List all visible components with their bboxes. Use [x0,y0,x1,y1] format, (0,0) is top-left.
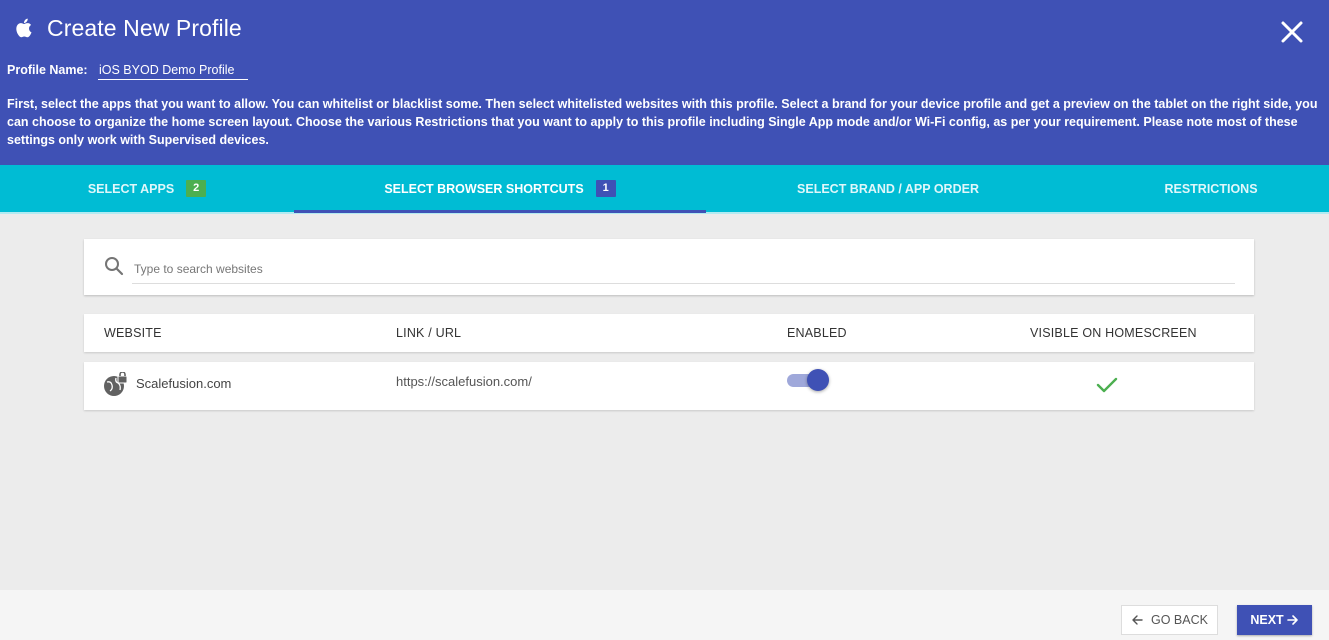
footer: GO BACK NEXT [0,590,1329,640]
table-header: WEBSITE LINK / URL ENABLED VISIBLE ON HO… [84,314,1254,352]
header: Create New Profile Profile Name: First, … [0,0,1329,165]
arrow-right-icon [1286,615,1298,625]
description-text: First, select the apps that you want to … [7,97,1318,147]
tab-count-badge: 2 [186,180,207,197]
table-row: Scalefusion.com https://scalefusion.com/ [84,362,1254,410]
search-input[interactable] [132,254,1235,284]
column-header-url: LINK / URL [396,326,462,340]
toggle-knob [807,369,829,391]
tab-restrictions[interactable]: RESTRICTIONS [1070,165,1329,212]
website-url: https://scalefusion.com/ [396,374,532,389]
website-name: Scalefusion.com [136,376,232,391]
enabled-toggle[interactable] [786,368,830,392]
search-icon [105,257,124,276]
column-header-visible-on-homescreen: VISIBLE ON HOMESCREEN [1030,326,1197,340]
profile-name-label: Profile Name: [7,63,88,77]
search-card [84,239,1254,295]
column-header-enabled: ENABLED [787,326,847,340]
go-back-label: GO BACK [1151,613,1208,627]
column-header-website: WEBSITE [104,326,162,340]
next-label: NEXT [1250,613,1284,627]
tab-label: RESTRICTIONS [1164,181,1258,196]
tab-label: SELECT BROWSER SHORTCUTS [384,181,584,196]
page-title: Create New Profile [47,15,242,41]
go-back-button[interactable]: GO BACK [1121,605,1218,635]
globe-lock-icon [104,372,128,396]
check-icon [1096,377,1118,393]
arrow-left-icon [1132,615,1143,625]
tab-count-badge: 1 [595,180,616,197]
tab-select-browser-shortcuts[interactable]: SELECT BROWSER SHORTCUTS 1 [294,165,706,212]
tab-label: SELECT BRAND / APP ORDER [797,181,979,196]
tab-label: SELECT APPS [87,181,175,196]
apple-icon [16,18,32,38]
tab-bar: SELECT APPS 2 SELECT BROWSER SHORTCUTS 1… [0,165,1329,214]
next-button[interactable]: NEXT [1237,605,1312,635]
tab-select-apps[interactable]: SELECT APPS 2 [0,165,294,212]
close-icon[interactable] [1278,18,1306,46]
tab-select-brand-app-order[interactable]: SELECT BRAND / APP ORDER [706,165,1070,212]
profile-name-input[interactable] [98,60,248,80]
active-tab-indicator [294,210,706,213]
